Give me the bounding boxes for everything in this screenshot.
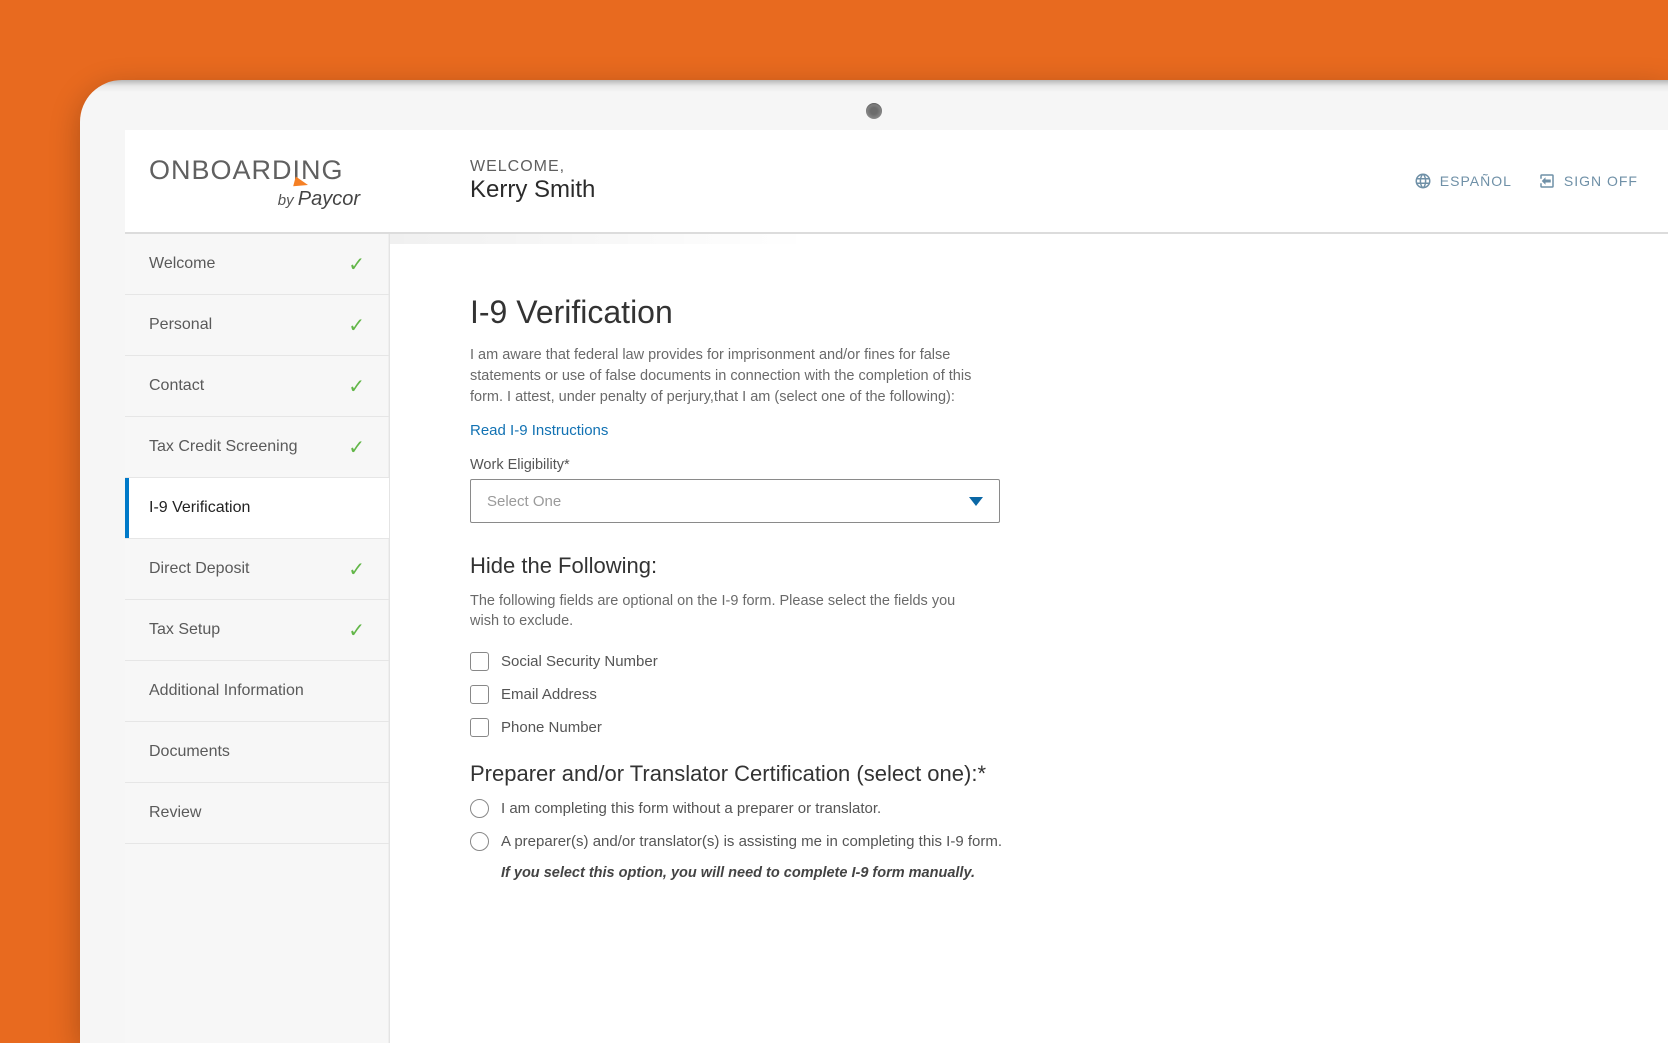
- signoff-icon: [1538, 172, 1556, 190]
- welcome-label: WELCOME,: [470, 158, 1414, 176]
- checkbox-label: Phone Number: [501, 719, 602, 736]
- sidebar-item-label: Tax Setup: [149, 621, 220, 639]
- signoff-label: SIGN OFF: [1564, 173, 1638, 189]
- sidebar-item-label: Tax Credit Screening: [149, 438, 298, 456]
- sidebar-item-label: Direct Deposit: [149, 560, 249, 578]
- select-placeholder: Select One: [487, 493, 561, 510]
- welcome-user-name: Kerry Smith: [470, 176, 1414, 204]
- sidebar-item-label: Additional Information: [149, 682, 304, 700]
- sidebar-item-label: Welcome: [149, 255, 215, 273]
- radio-with-preparer[interactable]: [470, 832, 489, 851]
- sidebar-item-tax-credit[interactable]: Tax Credit Screening ✓: [125, 417, 389, 478]
- check-icon: ✓: [348, 374, 365, 399]
- signoff-link[interactable]: SIGN OFF: [1538, 172, 1638, 190]
- top-bar: ONBOARDING by Paycor WELCOME, Kerry Smit…: [125, 130, 1668, 234]
- preparer-note: If you select this option, you will need…: [501, 865, 1588, 881]
- topbar-actions: ESPAÑOL SIGN OFF: [1414, 172, 1668, 190]
- shadow-decor: [390, 234, 810, 244]
- globe-icon: [1414, 172, 1432, 190]
- check-icon: ✓: [348, 618, 365, 643]
- brand-name: Paycor: [298, 188, 360, 211]
- check-icon: ✓: [348, 557, 365, 582]
- checkbox-row-ssn: Social Security Number: [470, 652, 1588, 671]
- tablet-frame: ONBOARDING by Paycor WELCOME, Kerry Smit…: [80, 80, 1668, 1043]
- sidebar-item-contact[interactable]: Contact ✓: [125, 356, 389, 417]
- read-instructions-link[interactable]: Read I-9 Instructions: [470, 422, 608, 439]
- logo-subtitle: by Paycor: [149, 188, 390, 211]
- app-screen: ONBOARDING by Paycor WELCOME, Kerry Smit…: [125, 130, 1668, 1043]
- sidebar-item-label: Documents: [149, 743, 230, 761]
- sidebar-item-direct-deposit[interactable]: Direct Deposit ✓: [125, 539, 389, 600]
- check-icon: ✓: [348, 252, 365, 277]
- intro-text: I am aware that federal law provides for…: [470, 345, 1000, 408]
- sidebar: Welcome ✓ Personal ✓ Contact ✓ Tax Credi…: [125, 234, 390, 1043]
- camera-dot: [866, 103, 882, 119]
- radio-row-no-preparer: I am completing this form without a prep…: [470, 799, 1588, 818]
- sidebar-item-label: Contact: [149, 377, 204, 395]
- sidebar-item-tax-setup[interactable]: Tax Setup ✓: [125, 600, 389, 661]
- work-eligibility-label: Work Eligibility*: [470, 457, 1588, 473]
- welcome-block: WELCOME, Kerry Smith: [390, 158, 1414, 204]
- logo-title: ONBOARDING: [149, 155, 390, 186]
- check-icon: ✓: [348, 313, 365, 338]
- radio-label: A preparer(s) and/or translator(s) is as…: [501, 833, 1002, 850]
- main-content: I-9 Verification I am aware that federal…: [390, 234, 1668, 1043]
- logo-by: by: [278, 192, 294, 209]
- checkbox-email[interactable]: [470, 685, 489, 704]
- hide-section-title: Hide the Following:: [470, 553, 1588, 579]
- language-label: ESPAÑOL: [1440, 173, 1512, 189]
- check-icon: ✓: [348, 435, 365, 460]
- sidebar-item-label: Review: [149, 804, 201, 822]
- sidebar-item-label: Personal: [149, 316, 212, 334]
- checkbox-row-phone: Phone Number: [470, 718, 1588, 737]
- sidebar-item-documents[interactable]: Documents: [125, 722, 389, 783]
- sidebar-item-review[interactable]: Review: [125, 783, 389, 844]
- radio-no-preparer[interactable]: [470, 799, 489, 818]
- sidebar-item-additional-info[interactable]: Additional Information: [125, 661, 389, 722]
- radio-label: I am completing this form without a prep…: [501, 800, 881, 817]
- sidebar-item-i9[interactable]: I-9 Verification: [125, 478, 389, 539]
- sidebar-item-welcome[interactable]: Welcome ✓: [125, 234, 389, 295]
- checkbox-ssn[interactable]: [470, 652, 489, 671]
- logo-block: ONBOARDING by Paycor: [125, 135, 390, 227]
- checkbox-label: Social Security Number: [501, 653, 658, 670]
- preparer-section-title: Preparer and/or Translator Certification…: [470, 761, 1588, 787]
- page-title: I-9 Verification: [470, 294, 1588, 331]
- checkbox-label: Email Address: [501, 686, 597, 703]
- sidebar-item-label: I-9 Verification: [149, 499, 250, 517]
- language-link[interactable]: ESPAÑOL: [1414, 172, 1512, 190]
- sidebar-item-personal[interactable]: Personal ✓: [125, 295, 389, 356]
- hide-section-subtext: The following fields are optional on the…: [470, 591, 970, 632]
- work-eligibility-select[interactable]: Select One: [470, 479, 1000, 523]
- checkbox-row-email: Email Address: [470, 685, 1588, 704]
- chevron-down-icon: [969, 497, 983, 506]
- checkbox-phone[interactable]: [470, 718, 489, 737]
- radio-row-with-preparer: A preparer(s) and/or translator(s) is as…: [470, 832, 1588, 851]
- body-row: Welcome ✓ Personal ✓ Contact ✓ Tax Credi…: [125, 234, 1668, 1043]
